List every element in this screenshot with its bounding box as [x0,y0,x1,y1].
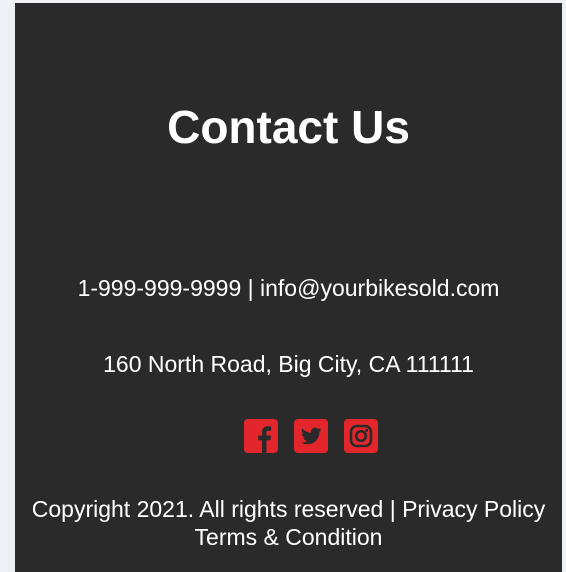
contact-separator: | [247,275,254,301]
phone-link[interactable]: 1-999-999-9999 [78,275,242,301]
copyright-line: Copyright 2021. All rights reserved | Pr… [15,495,562,523]
terms-link[interactable]: Terms & Condition [195,524,383,550]
twitter-link[interactable] [294,419,328,453]
facebook-link[interactable] [244,419,278,453]
twitter-icon [294,419,328,453]
contact-footer: Contact Us 1-999-999-9999 | info@yourbik… [15,3,562,572]
copyright-text: Copyright 2021. All rights reserved [31,496,384,522]
instagram-icon [344,419,378,453]
email-link[interactable]: info@yourbikesold.com [260,275,499,301]
terms-line: Terms & Condition [15,523,562,551]
privacy-policy-link[interactable]: Privacy Policy [402,496,545,522]
instagram-link[interactable] [344,419,378,453]
contact-info-line: 1-999-999-9999 | info@yourbikesold.com [15,274,562,302]
copyright-block: Copyright 2021. All rights reserved | Pr… [15,495,562,551]
contact-title: Contact Us [167,101,410,153]
copyright-separator: | [389,496,396,522]
facebook-icon [244,419,278,453]
address-text: 160 North Road, Big City, CA 111111 [103,351,474,377]
social-links [244,419,378,453]
